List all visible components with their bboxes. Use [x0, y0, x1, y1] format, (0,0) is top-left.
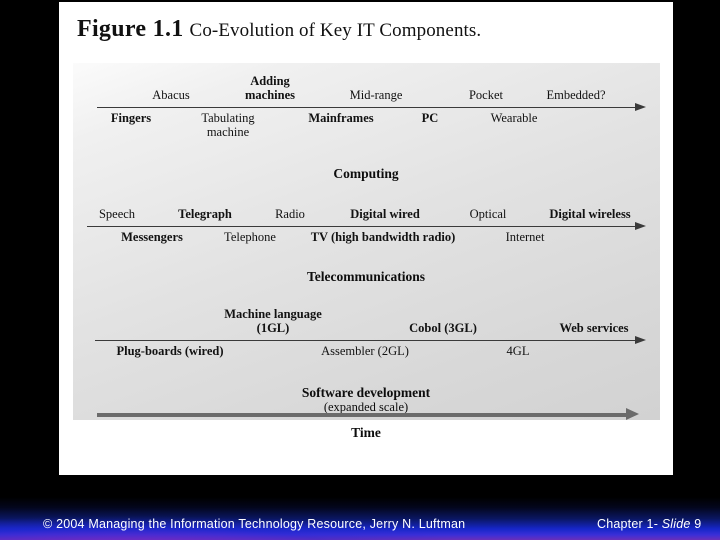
timeline-label-4gl: 4GL	[506, 344, 530, 358]
timeline-label-pocket: Pocket	[468, 88, 504, 102]
section-title-telecommunications: Telecommunications	[307, 269, 425, 284]
footer-copyright: © 2004 Managing the Information Technolo…	[43, 517, 466, 531]
timeline-label-embedded: Embedded?	[546, 88, 606, 102]
section-title-computing: Computing	[333, 166, 399, 181]
timeline-label-web-services: Web services	[559, 321, 629, 335]
timeline-label-tabulating: Tabulating machine	[201, 111, 255, 139]
timeline-label-digital-wired: Digital wired	[350, 207, 420, 221]
timeline-label-cobol: Cobol (3GL)	[409, 321, 477, 335]
timeline-label-internet: Internet	[505, 230, 545, 244]
timeline-label-speech: Speech	[98, 207, 136, 221]
timeline-label-plug-boards: Plug-boards (wired)	[116, 344, 224, 358]
time-axis-line	[97, 413, 627, 417]
slide-word: Slide	[661, 517, 691, 531]
timeline-label-wearable: Wearable	[490, 111, 538, 125]
section-title-text: Software development	[301, 385, 431, 400]
timeline-label-mid-range: Mid-range	[349, 88, 403, 102]
arrow-right-icon	[626, 408, 639, 420]
timeline-label-optical: Optical	[469, 207, 507, 221]
timeline-axis-telecommunications	[87, 226, 637, 227]
timeline-label-tv: TV (high bandwidth radio)	[310, 230, 456, 244]
timeline-label-messengers: Messengers	[121, 230, 183, 244]
timeline-label-digital-wireless: Digital wireless	[549, 207, 631, 221]
timeline-label-machine-language: Machine language (1GL)	[224, 307, 322, 335]
time-axis-label: Time	[351, 425, 381, 440]
timeline-label-pc: PC	[421, 111, 439, 125]
footer-chapter-slide: Chapter 1- Slide 9	[597, 517, 701, 531]
timeline-label-telegraph: Telegraph	[178, 207, 232, 221]
timeline-label-fingers: Fingers	[110, 111, 152, 125]
slide-canvas: Figure 1.1 Co-Evolution of Key IT Compone…	[0, 0, 720, 540]
diagram-panel: Abacus Adding machines Mid-range Pocket E…	[73, 63, 660, 420]
timeline-label-telephone: Telephone	[224, 230, 276, 244]
slide-number: 9	[690, 517, 702, 531]
chapter-prefix: Chapter 1-	[597, 517, 662, 531]
timeline-label-assembler: Assembler (2GL)	[321, 344, 409, 358]
arrow-right-icon	[635, 222, 646, 230]
arrow-right-icon	[635, 336, 646, 344]
timeline-label-radio: Radio	[275, 207, 305, 221]
figure-label: Figure 1.1	[77, 16, 184, 42]
timeline-axis-computing	[97, 107, 637, 108]
figure-title: Co-Evolution of Key IT Components.	[189, 20, 482, 41]
timeline-axis-software-development	[95, 340, 637, 341]
figure-caption: Figure 1.1 Co-Evolution of Key IT Compone…	[77, 16, 481, 43]
section-title-software-development: Software development (expanded scale)	[302, 385, 430, 415]
arrow-right-icon	[635, 103, 646, 111]
figure-page: Figure 1.1 Co-Evolution of Key IT Compone…	[59, 2, 673, 475]
timeline-label-mainframes: Mainframes	[308, 111, 374, 125]
timeline-label-adding-machines: Adding machines	[245, 74, 295, 102]
timeline-label-abacus: Abacus	[152, 88, 190, 102]
